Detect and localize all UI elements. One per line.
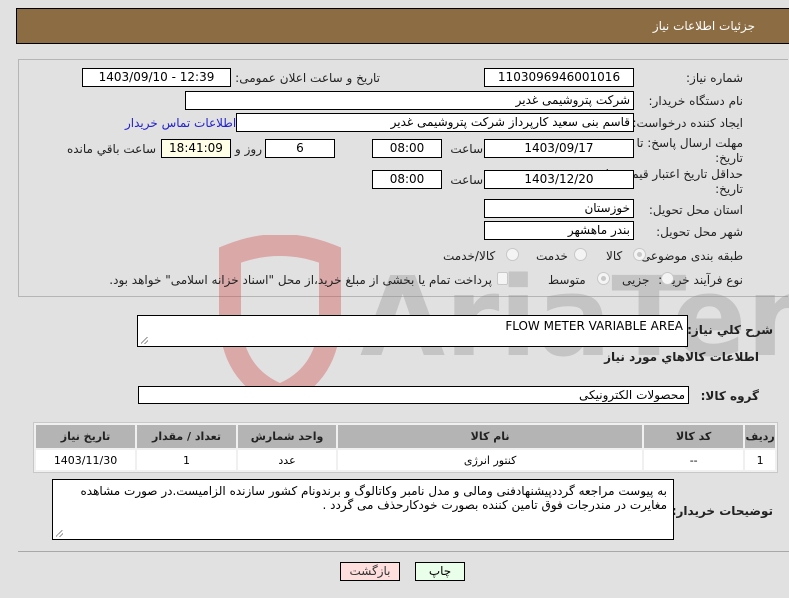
process-radio-medium[interactable]	[597, 272, 610, 285]
col-unit: واحد شمارش	[238, 425, 337, 448]
buyer-contact-link[interactable]: اطلاعات تماس خریدار	[125, 116, 236, 130]
validity-time-label: ساعت	[450, 173, 483, 187]
treasury-payment-checkbox[interactable]	[497, 272, 508, 285]
cell-row-number: 1	[745, 450, 775, 470]
resize-handle-icon[interactable]	[141, 337, 148, 344]
cell-need-date: 1403/11/30	[36, 450, 136, 470]
days-label: روز و	[235, 142, 262, 156]
page-title: جزئیات اطلاعات نیاز	[652, 19, 755, 33]
need-number-field[interactable]: 1103096946001016	[484, 68, 634, 87]
category-radio-goods[interactable]	[633, 248, 646, 261]
buyer-notes-value: به پیوست مراجعه گرددپیشنهادفنی ومالی و م…	[80, 484, 668, 512]
col-row-number: ردیف	[745, 425, 775, 448]
category-label: طبقه بندی موضوعی:	[636, 249, 743, 263]
back-button[interactable]: بازگشت	[340, 562, 400, 581]
category-radio-service[interactable]	[574, 248, 587, 261]
deadline-time-field[interactable]: 08:00	[372, 139, 442, 158]
days-remaining-field[interactable]: 6	[265, 139, 335, 158]
col-quantity: تعداد / مقدار	[137, 425, 237, 448]
price-validity-date-field[interactable]: 1403/12/20	[484, 170, 634, 189]
buyer-org-field[interactable]: شرکت پتروشیمی غدیر	[185, 91, 634, 110]
buyer-notes-textarea[interactable]: به پیوست مراجعه گرددپیشنهادفنی ومالی و م…	[52, 479, 674, 540]
col-need-date: تاریخ نیاز	[36, 425, 136, 448]
page-header: جزئیات اطلاعات نیاز	[16, 8, 789, 44]
need-number-label: شماره نیاز:	[686, 71, 743, 85]
treasury-payment-note: پرداخت تمام یا بخشی از مبلغ خرید،از محل …	[109, 273, 492, 287]
category-goods-label: کالا	[606, 249, 623, 263]
remaining-time-field: 18:41:09	[161, 139, 231, 158]
goods-section-title: اطلاعات كالاهاي مورد نياز	[604, 350, 759, 364]
city-label: شهر محل تحویل:	[656, 225, 743, 239]
deadline-time-label: ساعت	[450, 142, 483, 156]
table-row: 1 -- کنتور انرژی عدد 1 1403/11/30	[36, 450, 775, 470]
resize-handle-icon[interactable]	[56, 530, 63, 537]
announce-datetime-field[interactable]: 1403/09/10 - 12:39	[82, 68, 231, 87]
footer-divider	[18, 551, 789, 552]
city-field[interactable]: بندر ماهشهر	[484, 221, 634, 240]
province-field[interactable]: خوزستان	[484, 199, 634, 218]
cell-quantity: 1	[137, 450, 237, 470]
description-textarea[interactable]: FLOW METER VARIABLE AREA	[137, 315, 688, 347]
goods-table: ردیف کد کالا نام کالا واحد شمارش تعداد /…	[33, 422, 778, 473]
process-medium-label: متوسط	[548, 273, 586, 287]
cell-unit: عدد	[238, 450, 337, 470]
process-minor-label: جزیی	[622, 273, 650, 287]
category-radio-goods-service[interactable]	[506, 248, 519, 261]
col-goods-code: کد کالا	[644, 425, 744, 448]
goods-group-label: گروه کالا:	[700, 389, 759, 403]
print-button[interactable]: چاپ	[415, 562, 465, 581]
description-value: FLOW METER VARIABLE AREA	[505, 319, 683, 333]
description-label: شرح كلي نياز:	[687, 323, 773, 337]
deadline-label: مهلت ارسال پاسخ: تا تاریخ:	[636, 136, 743, 165]
process-radio-minor[interactable]	[661, 272, 674, 285]
requester-field[interactable]: قاسم بنی سعید کارپرداز شرکت پتروشیمی غدی…	[236, 113, 634, 132]
cell-goods-name: کنتور انرژی	[338, 450, 643, 470]
province-label: استان محل تحویل:	[648, 203, 743, 217]
deadline-date-field[interactable]: 1403/09/17	[484, 139, 634, 158]
table-header-row: ردیف کد کالا نام کالا واحد شمارش تعداد /…	[36, 425, 775, 448]
category-service-label: خدمت	[536, 249, 568, 263]
category-goods-service-label: کالا/خدمت	[443, 249, 496, 263]
requester-label: ایجاد کننده درخواست:	[632, 116, 743, 130]
cell-goods-code: --	[644, 450, 744, 470]
price-validity-time-field[interactable]: 08:00	[372, 170, 442, 189]
announce-datetime-label: تاریخ و ساعت اعلان عمومی:	[235, 71, 380, 85]
goods-group-field[interactable]: محصولات الکترونیکی	[138, 386, 689, 404]
col-goods-name: نام کالا	[338, 425, 643, 448]
remaining-time-label: ساعت باقي مانده	[66, 142, 156, 156]
buyer-notes-label: توضیحات خریدار:	[671, 504, 773, 518]
buyer-org-label: نام دستگاه خریدار:	[648, 94, 744, 108]
